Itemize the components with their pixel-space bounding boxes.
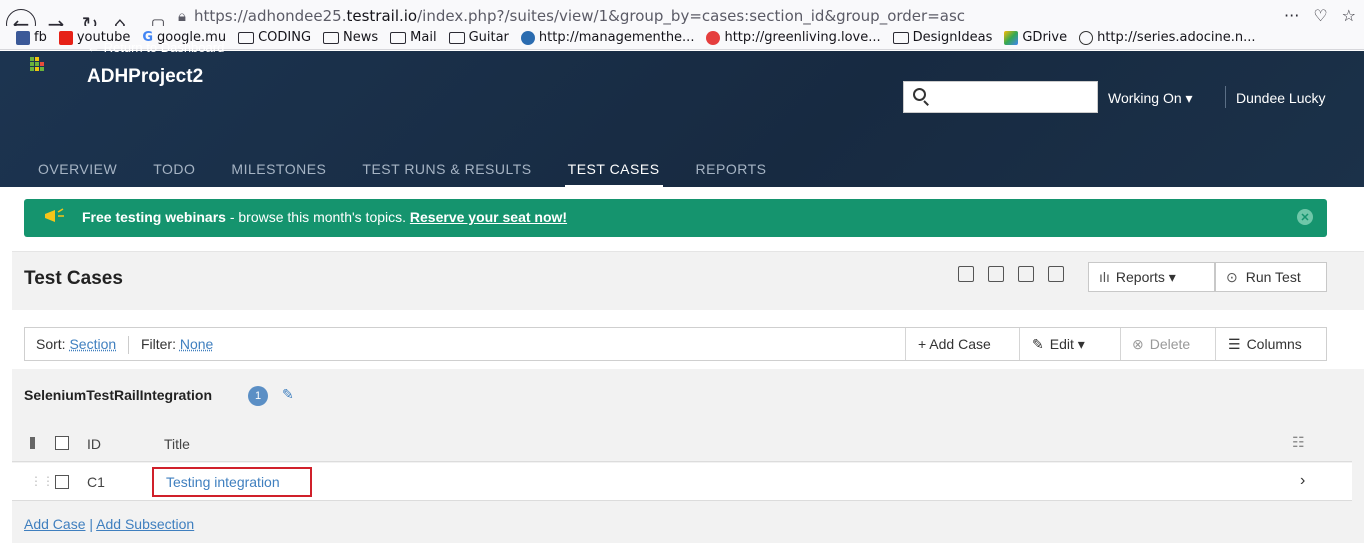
- column-handle-icon[interactable]: [30, 437, 35, 449]
- folder-icon: [323, 31, 340, 44]
- bookmark-coding[interactable]: CODING: [238, 30, 311, 45]
- megaphone-icon: [45, 208, 64, 222]
- lock-icon: 🔒︎: [178, 7, 186, 25]
- search-input[interactable]: [903, 81, 1098, 113]
- add-case-button[interactable]: + Add Case: [918, 336, 991, 352]
- add-subsection-link[interactable]: Add Subsection: [96, 516, 194, 532]
- export-icon[interactable]: [1018, 266, 1034, 282]
- tab-milestones[interactable]: MILESTONES: [231, 161, 326, 177]
- chevron-right-icon[interactable]: ›: [1300, 472, 1305, 490]
- close-icon[interactable]: ✕: [1297, 209, 1313, 225]
- bookmark-gdrive[interactable]: GDrive: [1004, 30, 1067, 45]
- bookmark-designideas[interactable]: DesignIdeas: [892, 30, 992, 45]
- testrail-logo-icon[interactable]: [30, 57, 44, 71]
- columns-icon: ☰: [1228, 336, 1241, 352]
- more-icon[interactable]: ···: [1284, 6, 1299, 25]
- drag-handle-icon[interactable]: ⋮⋮: [30, 474, 54, 488]
- bookmark-star-icon[interactable]: ☆: [1342, 6, 1356, 25]
- pocket-icon[interactable]: ♡: [1313, 6, 1327, 25]
- folder-icon: [892, 31, 909, 44]
- bookmark-mail[interactable]: Mail: [390, 30, 437, 45]
- section-title: SeleniumTestRailIntegration: [24, 387, 212, 403]
- folder-icon: [390, 31, 407, 44]
- globe-icon: [520, 30, 535, 45]
- section-actions: Add Case | Add Subsection: [24, 516, 195, 532]
- table-header: [12, 428, 1352, 462]
- pencil-icon: ✎: [1032, 336, 1044, 352]
- sort-filter: Sort: Section Filter: None: [36, 336, 213, 355]
- sort-section-link[interactable]: Section: [69, 336, 116, 352]
- bookmark-management[interactable]: http://managementhe...: [520, 30, 694, 45]
- delete-icon: ⊗: [1132, 336, 1144, 352]
- filter-none-link[interactable]: None: [180, 336, 213, 352]
- working-on-dropdown[interactable]: Working On ▾: [1108, 90, 1193, 107]
- edit-button[interactable]: ✎ Edit ▾: [1032, 336, 1085, 353]
- facebook-icon: [16, 30, 30, 45]
- reports-button[interactable]: ılı Reports ▾: [1088, 262, 1215, 292]
- tab-todo[interactable]: TODO: [153, 161, 195, 177]
- run-test-button[interactable]: ⊙ Run Test: [1215, 262, 1327, 292]
- columns-button[interactable]: ☰ Columns: [1228, 336, 1302, 353]
- page-title: Test Cases: [24, 268, 123, 289]
- columns-config-icon[interactable]: ☷: [1292, 434, 1305, 451]
- select-all-checkbox[interactable]: [55, 436, 69, 450]
- youtube-icon: [58, 30, 73, 45]
- delete-button[interactable]: ⊗ Delete: [1132, 336, 1190, 353]
- folder-icon: [238, 31, 255, 44]
- print-icon[interactable]: [1048, 266, 1064, 282]
- url-prefix: https://adhondee25.: [193, 7, 347, 25]
- project-title: ADHProject2: [87, 66, 204, 87]
- site-icon: [706, 30, 721, 45]
- copy-icon[interactable]: [958, 266, 974, 282]
- gdrive-icon: [1004, 30, 1019, 45]
- bookmark-series[interactable]: http://series.adocine.n...: [1079, 30, 1256, 45]
- bookmark-news[interactable]: News: [323, 30, 378, 45]
- case-count-badge: 1: [248, 386, 268, 406]
- reserve-seat-link[interactable]: Reserve your seat now!: [410, 209, 567, 225]
- url-domain: testrail.io: [346, 7, 418, 25]
- main-tabs: OVERVIEW TODO MILESTONES TEST RUNS & RES…: [38, 161, 802, 188]
- bar-chart-icon: ılı: [1099, 269, 1110, 285]
- search-icon: [913, 88, 926, 101]
- divider: [1225, 86, 1226, 108]
- tab-reports[interactable]: REPORTS: [696, 161, 767, 177]
- globe-icon: [1079, 30, 1094, 45]
- import-icon[interactable]: [988, 266, 1004, 282]
- bookmark-guitar[interactable]: Guitar: [448, 30, 509, 45]
- url-suffix: /index.php?/suites/view/1&group_by=cases…: [417, 7, 966, 25]
- col-id-header[interactable]: ID: [87, 436, 101, 452]
- bookmark-greenliving[interactable]: http://greenliving.love...: [706, 30, 881, 45]
- edit-section-icon[interactable]: ✎: [282, 386, 294, 403]
- col-title-header[interactable]: Title: [164, 436, 190, 452]
- case-id: C1: [87, 474, 105, 490]
- banner-text: Free testing webinars - browse this mont…: [82, 209, 568, 225]
- address-bar[interactable]: 🔒︎ https://adhondee25. testrail.io/index.…: [178, 4, 1360, 28]
- add-case-link[interactable]: Add Case: [24, 516, 85, 532]
- user-menu[interactable]: Dundee Lucky: [1236, 90, 1326, 106]
- case-title-link[interactable]: Testing integration: [152, 467, 312, 497]
- return-to-dashboard-link[interactable]: ← Return to Dashboard: [87, 40, 224, 55]
- tab-test-cases[interactable]: TEST CASES: [564, 161, 663, 188]
- tab-overview[interactable]: OVERVIEW: [38, 161, 117, 177]
- tab-test-runs-results[interactable]: TEST RUNS & RESULTS: [362, 161, 531, 177]
- play-icon: ⊙: [1226, 268, 1238, 285]
- bookmark-fb[interactable]: fb: [16, 30, 47, 45]
- row-checkbox[interactable]: [55, 475, 69, 489]
- folder-icon: [448, 31, 465, 44]
